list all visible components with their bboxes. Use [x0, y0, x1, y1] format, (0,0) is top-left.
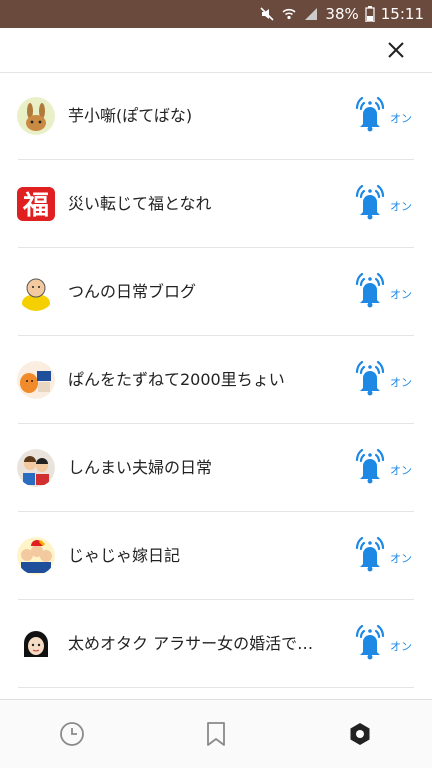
- bread-avatar: [17, 361, 55, 399]
- list-item[interactable]: ぱんをたずねて2000里ちょい オン: [0, 336, 432, 424]
- toggle-label: オン: [390, 200, 412, 213]
- blog-name: 災い転じて福となれ: [68, 194, 212, 213]
- bell-icon: [355, 536, 385, 572]
- list-item[interactable]: しんまい夫婦の日常 オン: [0, 424, 432, 512]
- svg-text:福: 福: [22, 191, 49, 221]
- wifi-icon: [281, 6, 297, 22]
- history-button[interactable]: [58, 720, 86, 748]
- blog-name: じゃじゃ嫁日記: [68, 546, 181, 565]
- list-item[interactable]: 芋小噺(ぽてばな) オン: [0, 72, 432, 160]
- blog-name: しんまい夫婦の日常: [68, 458, 213, 477]
- status-icons: 38% 15:11: [259, 0, 424, 28]
- fuku-avatar: 福: [17, 185, 55, 223]
- bell-icon: [355, 272, 385, 308]
- list-item[interactable]: つんの日常ブログ オン: [0, 248, 432, 336]
- notification-toggle[interactable]: オン: [352, 358, 416, 402]
- history-icon: [60, 722, 84, 746]
- bell-icon: [355, 96, 385, 132]
- family-avatar: [17, 537, 55, 575]
- bookmark-icon: [207, 722, 225, 746]
- settings-button[interactable]: [346, 720, 374, 748]
- battery-icon: [365, 6, 375, 22]
- toggle-label: オン: [390, 640, 412, 653]
- settings-icon: [350, 723, 370, 745]
- blog-name: 芋小噺(ぽてばな): [68, 106, 193, 125]
- toggle-label: オン: [390, 464, 412, 477]
- bell-icon: [355, 448, 385, 484]
- blog-name: つんの日常ブログ: [68, 282, 197, 301]
- notification-toggle[interactable]: オン: [352, 270, 416, 314]
- top-bar: [0, 28, 432, 73]
- clock: 15:11: [380, 5, 424, 23]
- toggle-label: オン: [390, 288, 412, 301]
- girl-avatar: [17, 625, 55, 663]
- notification-toggle[interactable]: オン: [352, 534, 416, 578]
- list-item[interactable]: 福 災い転じて福となれ オン: [0, 160, 432, 248]
- list-item[interactable]: 太めオタク アラサー女の婚活で… オン: [0, 600, 432, 688]
- close-button[interactable]: [382, 36, 410, 64]
- notification-toggle[interactable]: オン: [352, 446, 416, 490]
- toggle-label: オン: [390, 552, 412, 565]
- toggle-label: オン: [390, 112, 412, 125]
- notification-toggle[interactable]: オン: [352, 94, 416, 138]
- bookmark-button[interactable]: [202, 720, 230, 748]
- rabbit-avatar: [17, 97, 55, 135]
- battery-text: 38%: [325, 5, 359, 23]
- list-item[interactable]: じゃじゃ嫁日記 オン: [0, 512, 432, 600]
- mute-icon: [259, 6, 275, 22]
- bell-icon: [355, 624, 385, 660]
- blog-name: 太めオタク アラサー女の婚活で…: [68, 634, 314, 653]
- bald-man-avatar: [17, 273, 55, 311]
- close-icon: [388, 42, 404, 58]
- signal-icon: [303, 6, 319, 22]
- status-bar: 38% 15:11: [0, 0, 432, 28]
- bottom-nav: [0, 699, 432, 768]
- subscription-list: 芋小噺(ぽてばな) オン 福 災い転じて福となれ オン つんの日常ブログ オン …: [0, 72, 432, 688]
- bell-icon: [355, 184, 385, 220]
- notification-toggle[interactable]: オン: [352, 622, 416, 666]
- bell-icon: [355, 360, 385, 396]
- blog-name: ぱんをたずねて2000里ちょい: [68, 370, 285, 389]
- notification-toggle[interactable]: オン: [352, 182, 416, 226]
- toggle-label: オン: [390, 376, 412, 389]
- couple-avatar: [17, 449, 55, 487]
